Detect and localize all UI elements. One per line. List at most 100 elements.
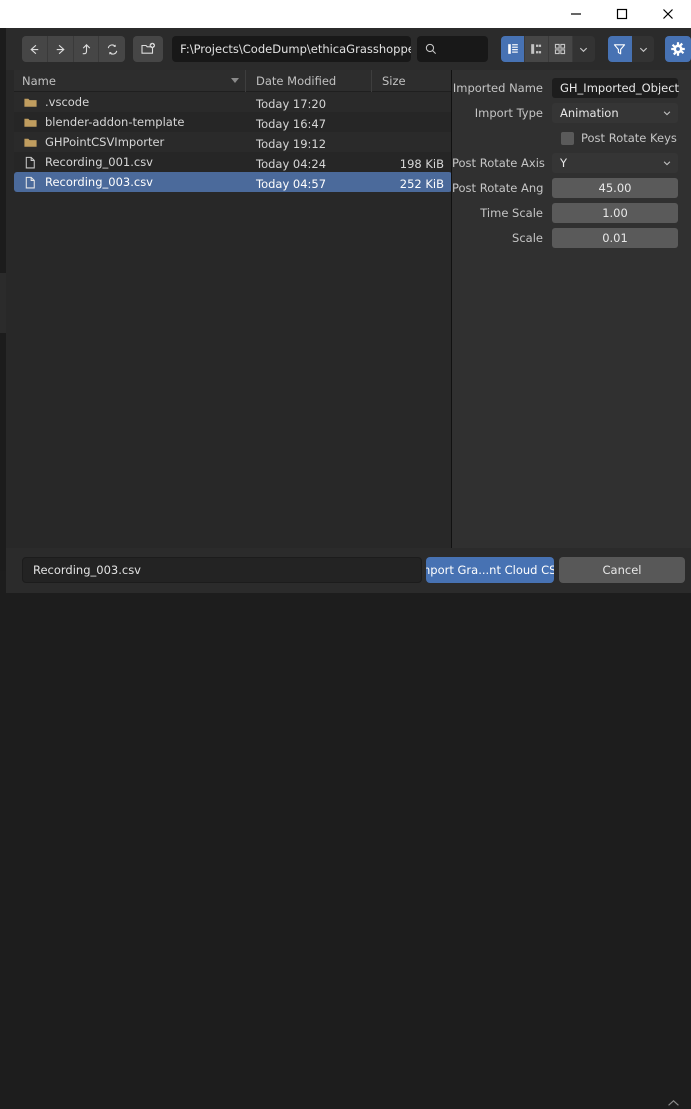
display-mode-group: [501, 36, 595, 62]
collapse-options-button[interactable]: [665, 1097, 681, 1109]
column-header-row: Name Date Modified Size: [14, 69, 452, 92]
column-header-size[interactable]: Size: [372, 70, 452, 92]
file-date-cell: Today 04:57: [246, 173, 372, 192]
imported-name-label: Imported Name: [452, 81, 543, 95]
file-size-text: 198 KiB: [399, 156, 444, 171]
imported-name-row: Imported Name GH_Imported_Object: [452, 78, 691, 98]
file-browser-header: F:\Projects\CodeDump\ethicaGrasshopperPa…: [6, 28, 691, 70]
folder-icon: [22, 94, 38, 110]
imported-name-value: GH_Imported_Object: [560, 81, 680, 95]
search-icon: [425, 43, 436, 55]
file-name-cell: GHPointCSVImporter: [14, 134, 246, 150]
gear-icon: [671, 42, 685, 56]
import-button-label: Import Gra...nt Cloud CSV: [426, 563, 554, 577]
imported-name-input[interactable]: GH_Imported_Object: [552, 78, 680, 98]
column-header-name[interactable]: Name: [14, 69, 246, 92]
parent-directory-button[interactable]: [73, 36, 100, 62]
table-row[interactable]: blender-addon-template Today 16:47: [14, 112, 452, 132]
file-date-cell: Today 19:12: [246, 133, 372, 152]
arrow-left-icon: [30, 44, 39, 54]
import-type-dropdown[interactable]: Animation: [552, 103, 678, 123]
post-rotate-keys-checkbox[interactable]: [561, 131, 574, 145]
column-header-date[interactable]: Date Modified: [246, 69, 372, 92]
file-date-cell: Today 17:20: [246, 93, 372, 112]
import-type-value: Animation: [560, 106, 619, 120]
arrow-right-icon: [56, 44, 65, 54]
file-name-cell: .vscode: [14, 94, 246, 110]
file-name-text: Recording_001.csv: [45, 155, 153, 169]
post-rotate-angle-row: Post Rotate Ang 45.00: [452, 178, 691, 198]
back-button[interactable]: [22, 36, 48, 62]
time-scale-value: 1.00: [602, 206, 628, 220]
file-name-cell: Recording_001.csv: [14, 154, 246, 170]
sort-descending-icon: [231, 77, 239, 83]
display-mode-dropdown[interactable]: [572, 36, 595, 62]
file-icon: [22, 154, 38, 170]
column-header-name-label: Name: [22, 73, 56, 88]
chevron-down-icon: [663, 111, 671, 116]
horizontal-list-icon: [531, 44, 542, 54]
funnel-icon: [614, 43, 626, 54]
file-icon: [22, 174, 38, 190]
file-name-text: Recording_003.csv: [45, 175, 153, 189]
chevron-down-icon: [639, 47, 647, 52]
close-icon: [663, 9, 673, 19]
time-scale-input[interactable]: 1.00: [552, 203, 678, 223]
file-name-text: .vscode: [45, 95, 90, 109]
table-row[interactable]: GHPointCSVImporter Today 19:12: [14, 132, 452, 152]
scale-row: Scale 0.01: [452, 228, 691, 248]
file-date-text: Today 16:47: [256, 116, 327, 131]
post-rotate-angle-value: 45.00: [598, 181, 632, 195]
refresh-icon: [107, 43, 118, 55]
file-date-text: Today 04:24: [256, 156, 327, 171]
display-mode-vertical-list[interactable]: [501, 36, 525, 62]
post-rotate-keys-row[interactable]: Post Rotate Keys: [452, 128, 691, 148]
post-rotate-axis-value: Y: [560, 156, 568, 170]
file-date-cell: Today 04:24: [246, 153, 372, 172]
scale-input[interactable]: 0.01: [552, 228, 678, 248]
path-input[interactable]: F:\Projects\CodeDump\ethicaGrasshopperPa…: [172, 36, 411, 62]
navigation-button-group: [22, 36, 126, 62]
status-strip: [0, 593, 691, 599]
file-date-cell: Today 16:47: [246, 113, 372, 132]
minimize-icon: [571, 13, 581, 15]
import-button[interactable]: Import Gra...nt Cloud CSV: [426, 557, 554, 583]
post-rotate-angle-label: Post Rotate Ang: [452, 181, 544, 195]
vertical-list-icon: [507, 44, 518, 54]
filter-toggle-button[interactable]: [607, 36, 633, 62]
file-date-text: Today 04:57: [256, 176, 327, 191]
cancel-button[interactable]: Cancel: [559, 557, 685, 583]
scale-value: 0.01: [602, 231, 628, 245]
maximize-icon: [616, 8, 628, 20]
post-rotate-axis-dropdown[interactable]: Y: [552, 153, 678, 173]
import-type-label: Import Type: [474, 106, 543, 120]
minimize-button[interactable]: [553, 0, 599, 28]
file-rows: .vscode Today 17:20 blender-addon-templa…: [14, 92, 452, 548]
post-rotate-angle-input[interactable]: 45.00: [552, 178, 678, 198]
file-size-cell: 252 KiB: [372, 173, 452, 192]
settings-button[interactable]: [665, 36, 691, 62]
refresh-button[interactable]: [99, 36, 126, 62]
chevron-down-icon: [663, 161, 671, 166]
new-folder-button[interactable]: [133, 36, 164, 62]
post-rotate-keys-label: Post Rotate Keys: [581, 131, 677, 145]
forward-button[interactable]: [47, 36, 74, 62]
file-date-text: Today 19:12: [256, 136, 327, 151]
new-folder-icon: [141, 42, 156, 54]
filename-input[interactable]: Recording_003.csv: [22, 557, 422, 583]
file-size-cell: 198 KiB: [372, 153, 452, 172]
table-row[interactable]: Recording_003.csv Today 04:57 252 KiB: [14, 172, 452, 192]
table-row[interactable]: .vscode Today 17:20: [14, 92, 452, 112]
display-mode-thumbnails[interactable]: [548, 36, 573, 62]
file-name-cell: blender-addon-template: [14, 114, 246, 130]
filter-dropdown[interactable]: [632, 36, 655, 62]
filter-group: [607, 36, 655, 62]
display-mode-horizontal-list[interactable]: [524, 36, 549, 62]
chevron-up-icon: [667, 1099, 679, 1106]
column-header-size-label: Size: [382, 73, 406, 88]
search-input[interactable]: [416, 36, 489, 62]
close-button[interactable]: [645, 0, 691, 28]
table-row[interactable]: Recording_001.csv Today 04:24 198 KiB: [14, 152, 452, 172]
folder-icon: [22, 114, 38, 130]
maximize-button[interactable]: [599, 0, 645, 28]
